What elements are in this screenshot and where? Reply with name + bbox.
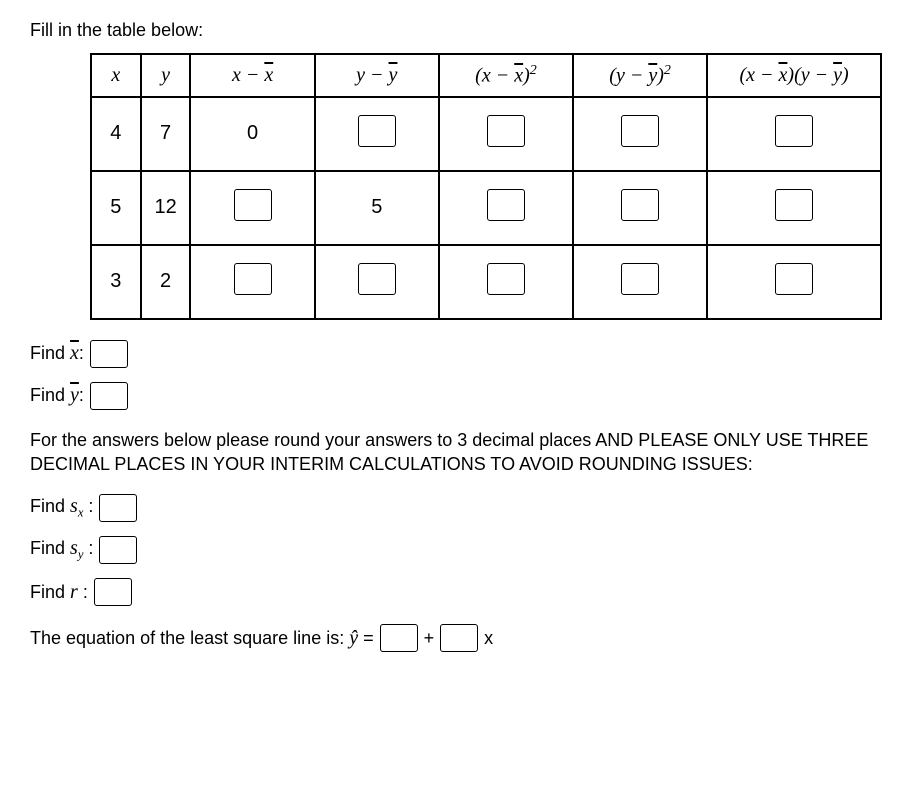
cell-input[interactable] — [234, 189, 272, 221]
rounding-note: For the answers below please round your … — [30, 428, 882, 477]
equation-text: The equation of the least square line is… — [30, 627, 374, 650]
cell-input[interactable] — [775, 263, 813, 295]
cell-input[interactable] — [487, 189, 525, 221]
table-row: 5 12 5 — [91, 171, 881, 245]
plus-sign: + — [424, 628, 435, 649]
cell-value: 5 — [110, 196, 121, 218]
header-ydiff: y − y — [315, 54, 439, 97]
cell-input[interactable] — [621, 263, 659, 295]
cell-value: 7 — [160, 122, 171, 144]
find-ybar-label: Find y: — [30, 384, 84, 407]
table-row: 4 7 0 — [91, 97, 881, 171]
slope-input[interactable] — [440, 624, 478, 652]
times-x: x — [484, 628, 493, 649]
sx-input[interactable] — [99, 494, 137, 522]
header-x: x — [91, 54, 141, 97]
stats-table: x y x − x y − y (x − x)2 (y − y)2 (x − x… — [90, 53, 882, 320]
cell-prod — [707, 171, 881, 245]
cell-y: 2 — [141, 245, 191, 319]
cell-input[interactable] — [775, 189, 813, 221]
cell-xsq — [439, 245, 573, 319]
r-input[interactable] — [94, 578, 132, 606]
intercept-input[interactable] — [380, 624, 418, 652]
cell-input[interactable] — [358, 263, 396, 295]
table-row: 32 — [91, 245, 881, 319]
header-xdiff: x − x — [190, 54, 314, 97]
ybar-input[interactable] — [90, 382, 128, 410]
cell-x: 3 — [91, 245, 141, 319]
cell-value: 3 — [110, 270, 121, 292]
cell-y: 12 — [141, 171, 191, 245]
cell-input[interactable] — [775, 115, 813, 147]
cell-ysq — [573, 171, 707, 245]
cell-xsq — [439, 97, 573, 171]
cell-ydiff — [315, 245, 439, 319]
header-prod: (x − x)(y − y) — [707, 54, 881, 97]
cell-value: 5 — [371, 196, 382, 218]
xbar-input[interactable] — [90, 340, 128, 368]
cell-value: 2 — [160, 270, 171, 292]
cell-value: 0 — [247, 122, 258, 144]
header-xsq: (x − x)2 — [439, 54, 573, 97]
find-sx-label: Find sx : — [30, 495, 93, 521]
cell-value: 4 — [110, 122, 121, 144]
cell-input[interactable] — [621, 115, 659, 147]
cell-ysq — [573, 97, 707, 171]
cell-xdiff — [190, 245, 314, 319]
cell-input[interactable] — [487, 263, 525, 295]
cell-xdiff: 0 — [190, 97, 314, 171]
cell-input[interactable] — [358, 115, 396, 147]
cell-input[interactable] — [487, 115, 525, 147]
cell-prod — [707, 245, 881, 319]
cell-xsq — [439, 171, 573, 245]
cell-ydiff: 5 — [315, 171, 439, 245]
cell-ysq — [573, 245, 707, 319]
find-r-label: Find r : — [30, 581, 88, 604]
find-xbar-label: Find x: — [30, 342, 84, 365]
cell-y: 7 — [141, 97, 191, 171]
cell-input[interactable] — [234, 263, 272, 295]
cell-x: 5 — [91, 171, 141, 245]
cell-value: 12 — [154, 196, 176, 218]
header-y: y — [141, 54, 191, 97]
cell-input[interactable] — [621, 189, 659, 221]
cell-xdiff — [190, 171, 314, 245]
cell-ydiff — [315, 97, 439, 171]
cell-x: 4 — [91, 97, 141, 171]
header-ysq: (y − y)2 — [573, 54, 707, 97]
find-sy-label: Find sy : — [30, 537, 93, 563]
sy-input[interactable] — [99, 536, 137, 564]
cell-prod — [707, 97, 881, 171]
instruction-text: Fill in the table below: — [30, 20, 882, 41]
